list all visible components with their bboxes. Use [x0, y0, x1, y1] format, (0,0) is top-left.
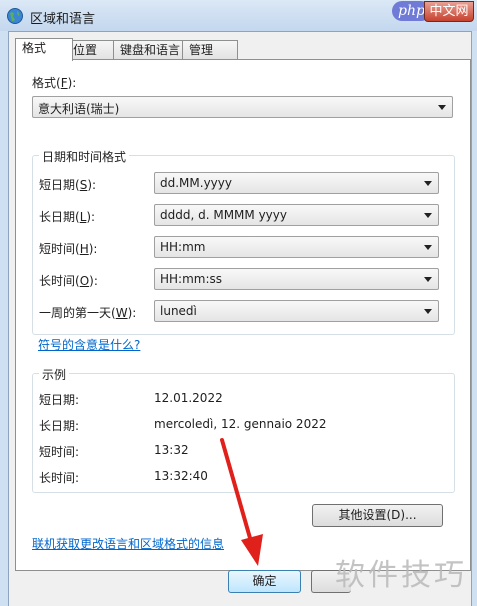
tab-label: 格式 [22, 41, 47, 55]
tab-format[interactable]: 格式 [15, 38, 73, 61]
annotation-arrow-icon [220, 438, 263, 566]
